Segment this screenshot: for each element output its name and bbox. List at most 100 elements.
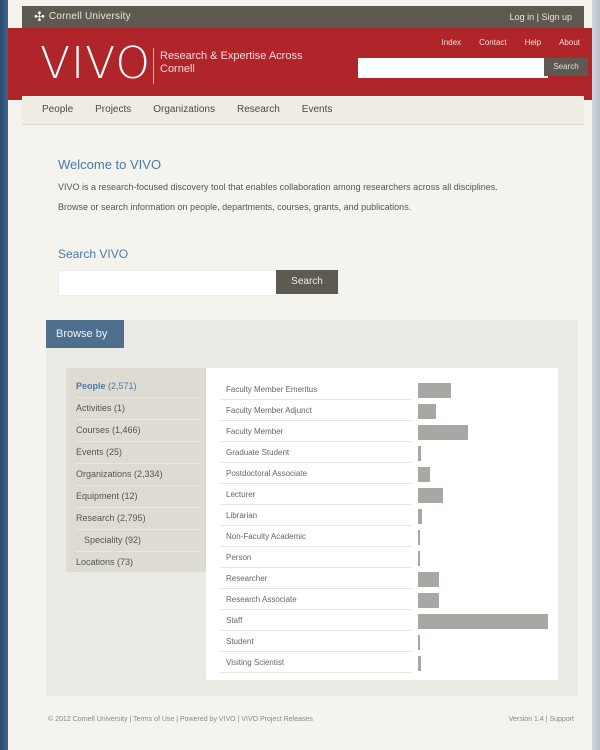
- category-count: (1): [114, 403, 126, 413]
- category-item[interactable]: Events (25): [76, 442, 200, 464]
- category-item[interactable]: Activities (1): [76, 398, 200, 420]
- welcome-section: Welcome to VIVO VIVO is a research-focus…: [58, 157, 578, 212]
- class-row[interactable]: Visiting Scientist: [220, 653, 558, 674]
- class-count-bar: [418, 656, 421, 671]
- class-label: Lecturer: [220, 485, 412, 505]
- class-row[interactable]: Librarian: [220, 506, 558, 527]
- institution-logo[interactable]: ✣ Cornell University: [34, 10, 131, 23]
- category-label: People: [76, 381, 106, 391]
- welcome-heading: Welcome to VIVO: [58, 157, 162, 172]
- category-count: (12): [121, 491, 138, 501]
- category-item[interactable]: People (2,571): [76, 376, 200, 398]
- header-search-input[interactable]: [358, 58, 548, 78]
- class-label: Faculty Member Emeritus: [220, 380, 412, 400]
- class-row[interactable]: Faculty Member: [220, 422, 558, 443]
- logo-divider: [153, 48, 154, 84]
- header-link-index[interactable]: Index: [441, 38, 461, 47]
- footer: © 2012 Cornell University | Terms of Use…: [22, 704, 584, 738]
- class-row[interactable]: Faculty Member Emeritus: [220, 380, 558, 401]
- class-count-bar: [418, 488, 443, 503]
- search-heading: Search VIVO: [58, 247, 129, 261]
- header-link-help[interactable]: Help: [525, 38, 541, 47]
- header-links: Index Contact Help About: [441, 38, 580, 47]
- main-search-button[interactable]: Search: [276, 270, 338, 294]
- class-row[interactable]: Postdoctoral Associate: [220, 464, 558, 485]
- class-row[interactable]: Lecturer: [220, 485, 558, 506]
- class-label: Non-Faculty Academic: [220, 527, 412, 547]
- class-count-bar: [418, 635, 420, 650]
- main-search-input[interactable]: [58, 270, 282, 296]
- category-count: (1,466): [112, 425, 141, 435]
- class-count-bar: [418, 551, 420, 566]
- class-count-bar: [418, 446, 421, 461]
- category-item[interactable]: Research (2,795): [76, 508, 200, 530]
- class-label: Faculty Member: [220, 422, 412, 442]
- category-label: Research: [76, 513, 115, 523]
- footer-copyright[interactable]: © 2012 Cornell University | Terms of Use…: [48, 716, 313, 723]
- class-count-bar: [418, 530, 420, 545]
- class-label: Faculty Member Adjunct: [220, 401, 412, 421]
- class-label: Postdoctoral Associate: [220, 464, 412, 484]
- class-count-bar: [418, 614, 548, 629]
- category-label: Events: [76, 447, 104, 457]
- class-label: Staff: [220, 611, 412, 631]
- class-row[interactable]: Research Associate: [220, 590, 558, 611]
- header-link-about[interactable]: About: [559, 38, 580, 47]
- category-item[interactable]: Speciality (92): [76, 530, 200, 552]
- class-row[interactable]: Graduate Student: [220, 443, 558, 464]
- class-row[interactable]: Faculty Member Adjunct: [220, 401, 558, 422]
- site-tagline: Research & Expertise Across Cornell: [160, 50, 303, 75]
- category-item[interactable]: Equipment (12): [76, 486, 200, 508]
- class-label: Person: [220, 548, 412, 568]
- category-count: (2,795): [117, 513, 146, 523]
- nav-events[interactable]: Events: [302, 104, 333, 115]
- nav-research[interactable]: Research: [237, 104, 280, 115]
- category-item[interactable]: Courses (1,466): [76, 420, 200, 442]
- header-banner: VIVO Research & Expertise Across Cornell…: [8, 28, 592, 100]
- institution-name: Cornell University: [48, 11, 131, 22]
- vivo-logo[interactable]: VIVO: [40, 42, 151, 86]
- category-label: Locations: [76, 557, 115, 567]
- category-label: Courses: [76, 425, 110, 435]
- class-count-bar: [418, 383, 451, 398]
- class-count-bar: [418, 404, 436, 419]
- class-count-bar: [418, 509, 422, 524]
- category-label: Organizations: [76, 469, 132, 479]
- category-label: Activities: [76, 403, 112, 413]
- category-list: People (2,571) Activities (1) Courses (1,4…: [76, 376, 200, 574]
- class-list: Faculty Member Emeritus Faculty Member Ad…: [220, 380, 558, 674]
- header-link-contact[interactable]: Contact: [479, 38, 507, 47]
- welcome-text-1: VIVO is a research-focused discovery too…: [58, 182, 498, 192]
- class-label: Researcher: [220, 569, 412, 589]
- nav-people[interactable]: People: [42, 104, 73, 115]
- class-count-bar: [418, 425, 468, 440]
- class-count-bar: [418, 572, 439, 587]
- nav-organizations[interactable]: Organizations: [153, 104, 215, 115]
- class-row[interactable]: Staff: [220, 611, 558, 632]
- category-count: (2,334): [134, 469, 163, 479]
- class-count-bar: [418, 593, 439, 608]
- login-link[interactable]: Log in | Sign up: [510, 12, 572, 22]
- browse-by-tab[interactable]: Browse by: [46, 320, 124, 348]
- header-search-button[interactable]: Search: [544, 58, 588, 76]
- class-row[interactable]: Student: [220, 632, 558, 653]
- top-utility-bar: ✣ Cornell University Log in | Sign up: [22, 6, 584, 28]
- category-count: (25): [106, 447, 123, 457]
- class-count-bar: [418, 467, 430, 482]
- class-label: Visiting Scientist: [220, 653, 412, 673]
- welcome-text-2: Browse or search information on people, …: [58, 202, 412, 212]
- class-row[interactable]: Person: [220, 548, 558, 569]
- class-label: Librarian: [220, 506, 412, 526]
- category-count: (2,571): [108, 381, 137, 391]
- class-row[interactable]: Non-Faculty Academic: [220, 527, 558, 548]
- nav-projects[interactable]: Projects: [95, 104, 131, 115]
- class-label: Research Associate: [220, 590, 412, 610]
- category-item[interactable]: Locations (73): [76, 552, 200, 574]
- class-label: Student: [220, 632, 412, 652]
- footer-version[interactable]: Version 1.4 | Support: [509, 716, 574, 723]
- category-label: Equipment: [76, 491, 120, 501]
- category-count: (73): [117, 557, 134, 567]
- category-item[interactable]: Organizations (2,334): [76, 464, 200, 486]
- class-row[interactable]: Researcher: [220, 569, 558, 590]
- category-label: Speciality: [84, 535, 123, 545]
